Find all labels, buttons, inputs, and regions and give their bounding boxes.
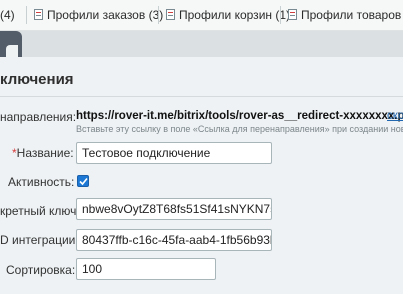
name-label-text: Название:: [16, 146, 74, 160]
panel-header-strip: [0, 31, 403, 57]
integration-id-label: D интеграции:: [0, 233, 79, 247]
tab-partial-label: (4): [0, 8, 15, 22]
divider: [280, 6, 281, 24]
document-icon: [166, 9, 175, 20]
top-tab-bar: (4) Профили заказов (3) Профили корзин (…: [0, 0, 403, 31]
copy-link[interactable]: ско: [387, 110, 403, 122]
checkmark-icon: [79, 177, 88, 186]
integration-id-input[interactable]: 80437ffb-c16c-45fa-aab4-1fb56b93b678: [76, 229, 272, 251]
section-divider: [0, 96, 403, 97]
sort-label: Сортировка:: [6, 263, 76, 277]
section-title: ключения: [0, 71, 74, 88]
redirect-url-label: направления:: [0, 110, 77, 124]
redirect-url-value: https://rover-it.me/bitrix/tools/rover-a…: [76, 110, 403, 122]
tab-product-profiles[interactable]: Профили товаров (3): [288, 8, 403, 24]
divider: [26, 6, 27, 24]
divider: [158, 6, 159, 24]
secret-key-input[interactable]: nbwe8vOytZ8T68fs51Sf41sNYKN75EIom: [76, 198, 272, 220]
secret-key-label: кретный ключ:: [0, 204, 80, 218]
active-label: Активность:: [8, 175, 75, 189]
tab-product-profiles-label: Профили товаров (3): [301, 8, 403, 22]
document-icon: [288, 9, 297, 20]
name-input[interactable]: Тестовое подключение: [76, 142, 272, 164]
tab-order-profiles-label: Профили заказов (3): [47, 8, 164, 22]
redirect-url-hint: Вставьте эту ссылку в поле «Ссылка для п…: [76, 124, 403, 134]
tab-basket-profiles-label: Профили корзин (1): [179, 8, 291, 22]
tab-partial[interactable]: (4): [0, 8, 15, 24]
tab-basket-profiles[interactable]: Профили корзин (1): [166, 8, 290, 24]
tab-order-profiles[interactable]: Профили заказов (3): [34, 8, 163, 24]
name-label: *Название:: [12, 146, 74, 160]
sort-input[interactable]: 100: [76, 258, 216, 280]
document-icon: [34, 9, 43, 20]
active-checkbox[interactable]: [77, 175, 89, 187]
panel-tab[interactable]: [0, 31, 22, 57]
